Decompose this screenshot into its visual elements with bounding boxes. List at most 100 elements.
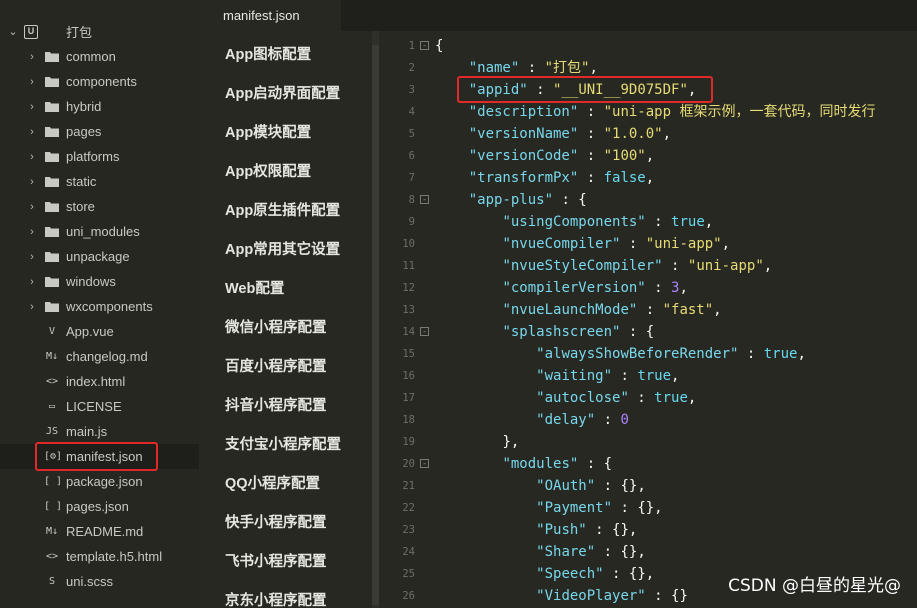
chevron-right-icon[interactable]: › [27,251,37,263]
file-label: changelog.md [66,349,148,364]
tab-manifest-json[interactable]: manifest.json [199,0,341,31]
file-item-App-vue[interactable]: V App.vue [0,319,199,344]
file-explorer: ⌄ U 打包 › common › components › hybrid › pages › p… [0,0,199,608]
folder-item-windows[interactable]: › windows [0,269,199,294]
code-line: 17 "autoclose" : true, [379,387,917,409]
line-number: 6 [408,150,415,162]
chevron-right-icon[interactable]: › [27,201,37,213]
chevron-right-icon[interactable]: › [27,151,37,163]
chevron-down-icon[interactable]: ⌄ [8,26,18,38]
folder-item-uni_modules[interactable]: › uni_modules [0,219,199,244]
line-number: 23 [402,524,415,536]
folder-icon [45,276,59,287]
file-item-LICENSE[interactable]: ▭ LICENSE [0,394,199,419]
settings-nav-item[interactable]: App模块配置 [225,121,311,142]
folder-item-store[interactable]: › store [0,194,199,219]
folder-icon [45,126,59,137]
folder-item-components[interactable]: › components [0,69,199,94]
line-number: 11 [402,260,415,272]
settings-nav-item[interactable]: App启动界面配置 [225,82,340,103]
fold-icon[interactable]: - [420,41,429,50]
code-line: 1-{ [379,35,917,57]
chevron-right-icon[interactable]: › [27,76,37,88]
folder-item-hybrid[interactable]: › hybrid [0,94,199,119]
settings-nav-item[interactable]: App原生插件配置 [225,199,340,220]
code-line: 13 "nvueLaunchMode" : "fast", [379,299,917,321]
file-item-pages-json[interactable]: [ ] pages.json [0,494,199,519]
fold-icon[interactable]: - [420,327,429,336]
folder-icon [45,151,59,162]
file-item-README-md[interactable]: M↓ README.md [0,519,199,544]
json-key: "alwaysShowBeforeRender" [536,346,739,362]
settings-nav-item[interactable]: Web配置 [225,277,284,298]
code-line: 16 "waiting" : true, [379,365,917,387]
file-icon: [ ] [44,475,63,487]
settings-nav-item[interactable]: 微信小程序配置 [225,316,327,337]
file-item-index-html[interactable]: <> index.html [0,369,199,394]
file-icon: <> [45,550,59,562]
chevron-right-icon[interactable]: › [27,301,37,313]
json-key: "description" [468,104,579,120]
json-key: "modules" [502,456,579,472]
scrollbar-thumb[interactable] [372,45,379,605]
chevron-right-icon[interactable]: › [27,101,37,113]
folder-item-static[interactable]: › static [0,169,199,194]
file-icon: V [48,325,56,337]
chevron-right-icon[interactable]: › [27,176,37,188]
settings-nav-scrollbar[interactable] [372,31,379,608]
file-item-template-h5-html[interactable]: <> template.h5.html [0,544,199,569]
file-item-uni-scss[interactable]: Suni.scss [0,569,199,594]
json-value: "1.0.0" [603,126,663,142]
settings-nav-item[interactable]: 支付宝小程序配置 [225,433,341,454]
json-key: "splashscreen" [502,324,621,340]
chevron-right-icon[interactable]: › [27,126,37,138]
project-root[interactable]: ⌄ U 打包 [0,19,199,44]
chevron-right-icon[interactable]: › [27,51,37,63]
file-icon: JS [45,425,59,437]
folder-item-wxcomponents[interactable]: › wxcomponents [0,294,199,319]
folder-item-platforms[interactable]: › platforms [0,144,199,169]
file-item-changelog-md[interactable]: M↓ changelog.md [0,344,199,369]
json-key: "usingComponents" [502,214,646,230]
json-value: {} [620,544,638,560]
code-line: 23 "Push" : {}, [379,519,917,541]
file-item-manifest-json[interactable]: [⚙] manifest.json [0,444,199,469]
json-value: {} [671,588,688,604]
settings-nav-item[interactable]: 百度小程序配置 [225,355,327,376]
settings-nav-item[interactable]: QQ小程序配置 [225,472,320,493]
file-icon: M↓ [45,350,59,362]
line-number: 10 [402,238,415,250]
json-value: true [654,390,688,406]
fold-icon[interactable]: - [420,195,429,204]
fold-icon[interactable]: - [420,459,429,468]
chevron-right-icon[interactable]: › [27,276,37,288]
json-key: "autoclose" [536,390,629,406]
file-item-main-js[interactable]: JS main.js [0,419,199,444]
chevron-right-icon[interactable]: › [27,226,37,238]
file-label: README.md [66,524,144,539]
line-number: 3 [408,84,415,96]
settings-nav-item[interactable]: App权限配置 [225,160,311,181]
file-label: App.vue [66,324,114,339]
folder-item-pages[interactable]: › pages [0,119,199,144]
line-number: 13 [402,304,415,316]
settings-nav-item[interactable]: App图标配置 [225,43,311,64]
settings-nav-item[interactable]: 抖音小程序配置 [225,394,327,415]
code-line: 20- "modules" : { [379,453,917,475]
folder-item-unpackage[interactable]: › unpackage [0,244,199,269]
json-key: "Share" [536,544,596,560]
settings-nav-item[interactable]: 京东小程序配置 [225,589,327,608]
json-key: "app-plus" [468,192,554,208]
settings-nav-item[interactable]: 快手小程序配置 [225,511,327,532]
settings-nav-item[interactable]: App常用其它设置 [225,238,340,259]
line-number: 18 [402,414,415,426]
code-line: 8- "app-plus" : { [379,189,917,211]
folder-item-common[interactable]: › common [0,44,199,69]
file-item-package-json[interactable]: [ ] package.json [0,469,199,494]
settings-nav-item[interactable]: 飞书小程序配置 [225,550,327,571]
code-editor[interactable]: 1-{ 2 "name" : "打包", 3 "appid" : "__UNI_… [379,31,917,608]
code-line: 4 "description" : "uni-app 框架示例，一套代码，同时发… [379,101,917,123]
folder-label: uni_modules [66,224,140,239]
code-line: 6 "versionCode" : "100", [379,145,917,167]
json-key: "versionCode" [468,148,579,164]
